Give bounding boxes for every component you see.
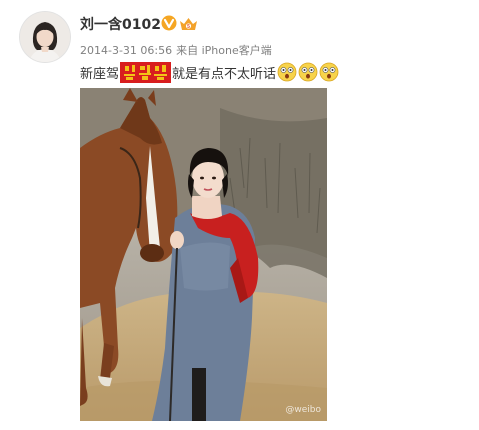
photo-woman-with-horse (80, 88, 327, 421)
avatar-image (20, 12, 70, 62)
avatar[interactable] (20, 12, 70, 62)
vip-crown-icon[interactable]: 5 (179, 16, 198, 31)
username[interactable]: 刘一含0102 (80, 14, 161, 34)
shocked-face-icon (319, 62, 339, 82)
post-photo[interactable]: @weibo (80, 88, 327, 421)
post-time[interactable]: 2014-3-31 06:56 (80, 44, 172, 57)
post-source[interactable]: 来自 iPhone客户端 (176, 44, 272, 57)
shocked-face-icon (277, 62, 297, 82)
photo-watermark-mark: @weibo (285, 405, 321, 415)
verified-badge-icon[interactable] (161, 15, 177, 31)
post-text-before: 新座驾 (80, 66, 120, 82)
post-meta: 2014-3-31 06:56 来自 iPhone客户端 (80, 42, 272, 58)
shocked-face-icon (298, 62, 318, 82)
redacted-censor-mark (120, 61, 172, 83)
post-text-after: 就是有点不太听话 (172, 66, 277, 82)
svg-text:5: 5 (187, 24, 190, 30)
post-text: 新座驾 就是有点不太听话 (80, 61, 339, 83)
